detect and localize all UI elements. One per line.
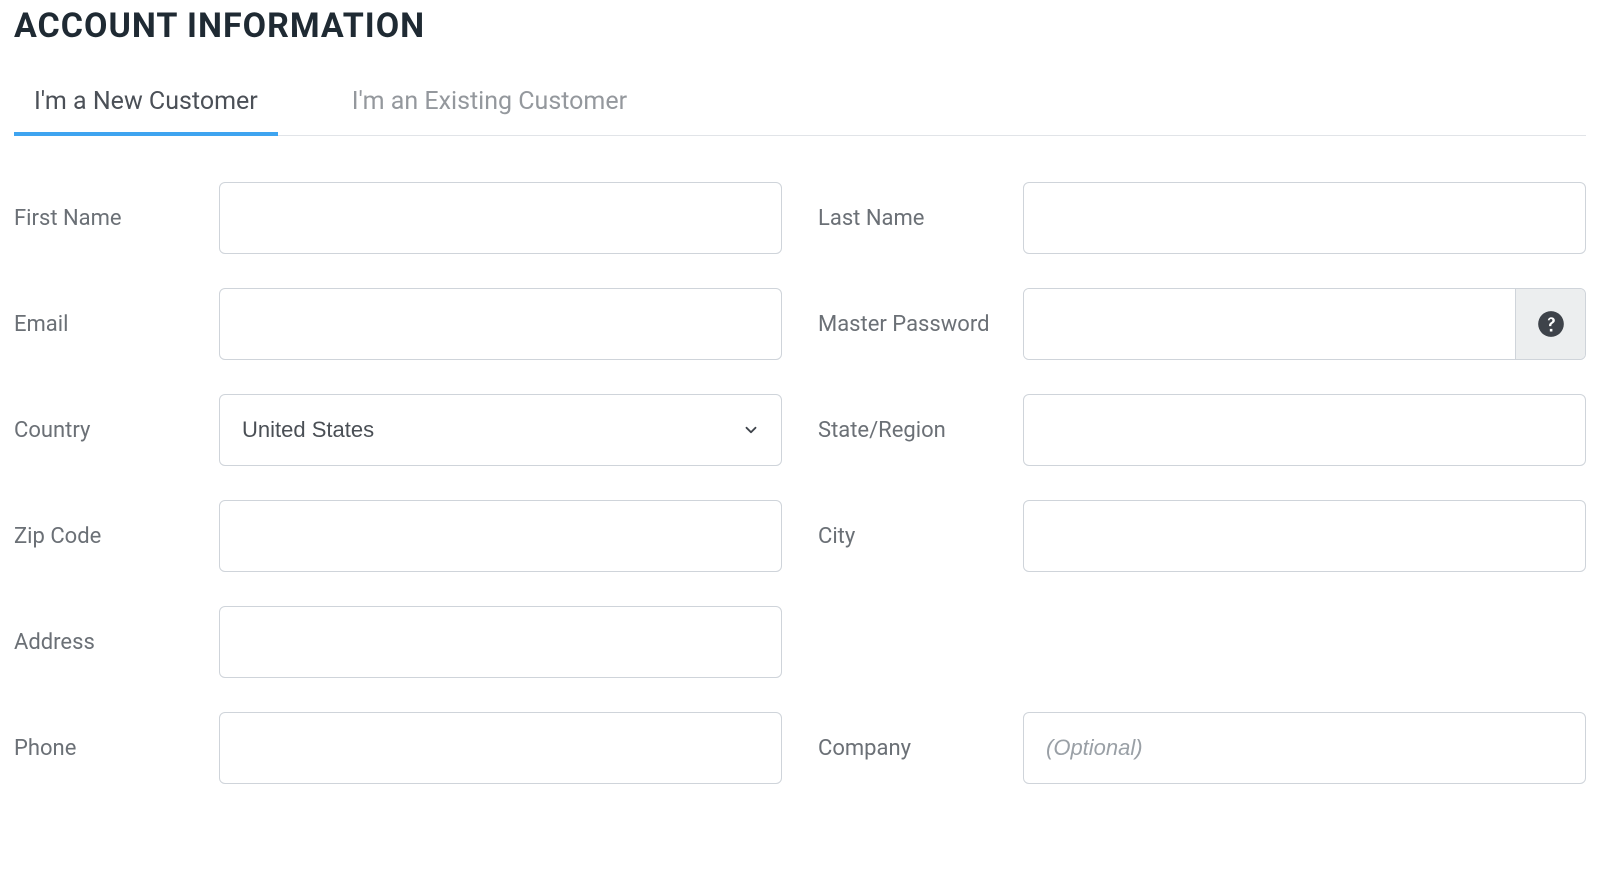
field-first-name: First Name: [14, 182, 782, 254]
field-email: Email: [14, 288, 782, 360]
field-country: Country United States: [14, 394, 782, 466]
address-input[interactable]: [219, 606, 782, 678]
city-input[interactable]: [1023, 500, 1586, 572]
state-region-input[interactable]: [1023, 394, 1586, 466]
email-label: Email: [14, 312, 219, 337]
field-state-region: State/Region: [818, 394, 1586, 466]
country-select[interactable]: United States: [219, 394, 782, 466]
page-title: ACCOUNT INFORMATION: [14, 6, 1586, 46]
master-password-wrapper: [1023, 288, 1586, 360]
country-select-wrapper: United States: [219, 394, 782, 466]
email-input[interactable]: [219, 288, 782, 360]
first-name-label: First Name: [14, 206, 219, 231]
master-password-input[interactable]: [1024, 289, 1515, 359]
city-label: City: [818, 524, 1023, 549]
tab-existing-customer[interactable]: I'm an Existing Customer: [332, 77, 647, 136]
company-input[interactable]: [1023, 712, 1586, 784]
phone-label: Phone: [14, 736, 219, 761]
field-phone: Phone: [14, 712, 782, 784]
phone-input[interactable]: [219, 712, 782, 784]
address-label: Address: [14, 630, 219, 655]
state-region-label: State/Region: [818, 418, 1023, 443]
password-help-button[interactable]: [1515, 289, 1585, 359]
field-master-password: Master Password: [818, 288, 1586, 360]
last-name-label: Last Name: [818, 206, 1023, 231]
field-address: Address: [14, 606, 782, 678]
tabs: I'm a New Customer I'm an Existing Custo…: [14, 76, 1586, 136]
zip-code-input[interactable]: [219, 500, 782, 572]
zip-code-label: Zip Code: [14, 524, 219, 549]
last-name-input[interactable]: [1023, 182, 1586, 254]
country-label: Country: [14, 418, 219, 443]
field-company: Company: [818, 712, 1586, 784]
tab-new-customer[interactable]: I'm a New Customer: [14, 77, 278, 136]
question-circle-icon: [1537, 310, 1565, 338]
field-last-name: Last Name: [818, 182, 1586, 254]
company-label: Company: [818, 736, 1023, 761]
field-zip-code: Zip Code: [14, 500, 782, 572]
master-password-label: Master Password: [818, 312, 1023, 337]
first-name-input[interactable]: [219, 182, 782, 254]
field-city: City: [818, 500, 1586, 572]
account-form: First Name Last Name Email Master Passwo…: [14, 182, 1586, 784]
